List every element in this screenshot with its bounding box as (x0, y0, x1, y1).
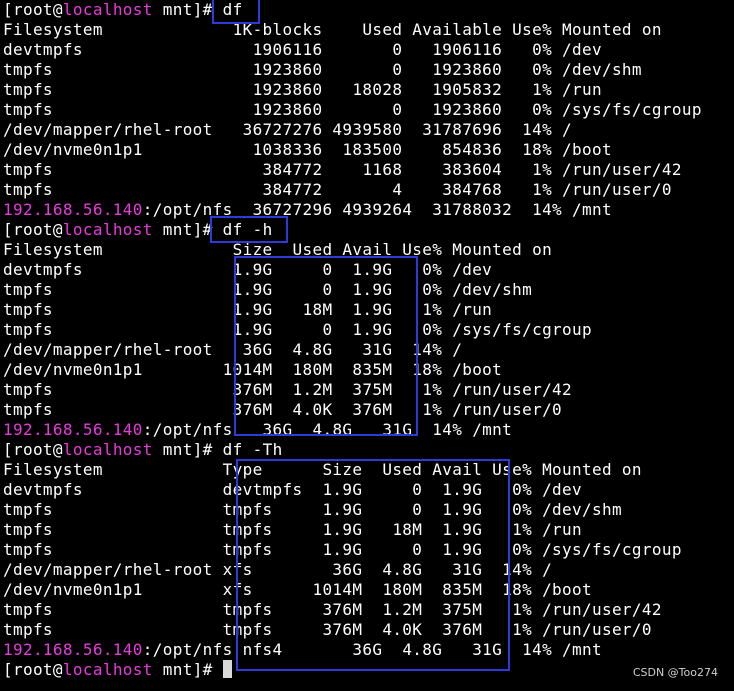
nfs-rest: :/opt/nfs nfs4 36G 4.8G 31G 14% /mnt (142, 640, 602, 659)
nfs-host: 192.168.56.140 (3, 200, 143, 219)
nfs-rest: :/opt/nfs 36727296 4939264 31788032 14% … (142, 200, 612, 219)
df-h-row-nfs: 192.168.56.140:/opt/nfs 36G 4.8G 31G 14%… (3, 420, 512, 440)
df-row: /dev/mapper/rhel-root 36727276 4939580 3… (3, 120, 573, 139)
prompt-line-4[interactable]: [root@localhost mnt]# (3, 660, 232, 680)
df-row: devtmpfs 1906116 0 1906116 0% /dev (3, 40, 602, 59)
df-h-row: tmpfs 1.9G 18M 1.9G 1% /run (3, 300, 493, 319)
prompt-close: mnt]# (152, 660, 223, 679)
df-row: tmpfs 1923860 0 1923860 0% /sys/fs/cgrou… (3, 100, 702, 119)
prompt-close: mnt]# (152, 440, 223, 459)
prompt-open: [root@ (3, 440, 63, 459)
prompt-hostname: localhost (62, 440, 153, 459)
prompt-hostname: localhost (62, 660, 153, 679)
command-text: df -Th (222, 440, 283, 459)
df-th-row: tmpfs tmpfs 1.9G 0 1.9G 0% /dev/shm (3, 500, 622, 519)
prompt-line-2: [root@localhost mnt]# df -h (3, 220, 273, 240)
df-th-row: /dev/nvme0n1p1 xfs 1014M 180M 835M 18% /… (3, 580, 592, 599)
df-h-row: tmpfs 376M 1.2M 375M 1% /run/user/42 (3, 380, 573, 399)
df-h-header: Filesystem Size Used Avail Use% Mounted … (3, 240, 553, 259)
text-cursor (222, 660, 232, 678)
prompt-close: mnt]# (152, 0, 223, 19)
df-header: Filesystem 1K-blocks Used Available Use%… (3, 20, 662, 39)
prompt-line-1: [root@localhost mnt]# df (3, 0, 243, 20)
nfs-host: 192.168.56.140 (3, 420, 143, 439)
prompt-hostname: localhost (62, 220, 153, 239)
df-th-row: /dev/mapper/rhel-root xfs 36G 4.8G 31G 1… (3, 560, 553, 579)
df-th-row: tmpfs tmpfs 376M 1.2M 375M 1% /run/user/… (3, 600, 662, 619)
df-th-row-nfs: 192.168.56.140:/opt/nfs nfs4 36G 4.8G 31… (3, 640, 602, 660)
nfs-rest: :/opt/nfs 36G 4.8G 31G 14% /mnt (142, 420, 513, 439)
df-row: tmpfs 384772 1168 383604 1% /run/user/42 (3, 160, 682, 179)
df-row: tmpfs 1923860 0 1923860 0% /dev/shm (3, 60, 642, 79)
command-text: df -h (222, 220, 273, 239)
df-th-header: Filesystem Type Size Used Avail Use% Mou… (3, 460, 642, 479)
df-th-row: tmpfs tmpfs 376M 4.0K 376M 1% /run/user/… (3, 620, 652, 639)
df-h-row: /dev/nvme0n1p1 1014M 180M 835M 18% /boot (3, 360, 503, 379)
df-h-row: tmpfs 1.9G 0 1.9G 0% /sys/fs/cgroup (3, 320, 592, 339)
df-row: tmpfs 1923860 18028 1905832 1% /run (3, 80, 602, 99)
csdn-watermark: CSDN @Too274 (632, 666, 718, 679)
df-row: tmpfs 384772 4 384768 1% /run/user/0 (3, 180, 672, 199)
nfs-host: 192.168.56.140 (3, 640, 143, 659)
df-h-row: tmpfs 1.9G 0 1.9G 0% /dev/shm (3, 280, 533, 299)
prompt-line-3: [root@localhost mnt]# df -Th (3, 440, 283, 460)
prompt-close: mnt]# (152, 220, 223, 239)
terminal-window[interactable]: [root@localhost mnt]# df Filesystem 1K-b… (0, 0, 734, 691)
prompt-open: [root@ (3, 0, 63, 19)
df-th-row: devtmpfs devtmpfs 1.9G 0 1.9G 0% /dev (3, 480, 583, 499)
df-th-row: tmpfs tmpfs 1.9G 18M 1.9G 1% /run (3, 520, 583, 539)
df-h-row: /dev/mapper/rhel-root 36G 4.8G 31G 14% / (3, 340, 463, 359)
df-row-nfs: 192.168.56.140:/opt/nfs 36727296 4939264… (3, 200, 612, 220)
prompt-hostname: localhost (62, 0, 153, 19)
command-text: df (222, 0, 243, 19)
df-h-row: tmpfs 376M 4.0K 376M 1% /run/user/0 (3, 400, 563, 419)
df-h-row: devtmpfs 1.9G 0 1.9G 0% /dev (3, 260, 493, 279)
df-th-row: tmpfs tmpfs 1.9G 0 1.9G 0% /sys/fs/cgrou… (3, 540, 682, 559)
prompt-open: [root@ (3, 660, 63, 679)
prompt-open: [root@ (3, 220, 63, 239)
df-row: /dev/nvme0n1p1 1038336 183500 854836 18%… (3, 140, 612, 159)
